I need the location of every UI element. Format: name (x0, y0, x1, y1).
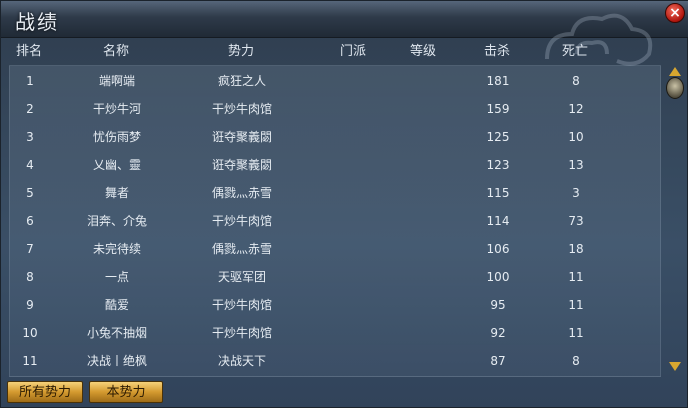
row-force: 诳夺聚義閟 (211, 130, 272, 144)
row-force: 诳夺聚義閟 (211, 158, 272, 172)
row-name: 舞者 (104, 186, 129, 200)
row-kills: 114 (486, 214, 510, 228)
scroll-up-arrow-icon[interactable] (669, 67, 681, 76)
row-force: 干炒牛肉馆 (211, 214, 272, 228)
row-kills: 123 (486, 158, 510, 172)
table-row[interactable]: 5 舞者 偊戮灬赤雪 115 3 (10, 180, 660, 206)
row-name: 乂幽、靈 (92, 158, 141, 172)
row-deaths: 13 (568, 158, 584, 172)
row-deaths: 11 (568, 298, 584, 312)
row-kills: 115 (486, 186, 510, 200)
row-force: 干炒牛肉馆 (211, 326, 272, 340)
row-force: 干炒牛肉馆 (211, 102, 272, 116)
row-name: 酷爱 (104, 298, 129, 312)
ranking-list: 1 端啊端 疯狂之人 181 8 2 干炒牛河 干炒牛肉馆 159 12 3 忧伤雨梦 诳夺聚義閟 125… (9, 65, 661, 377)
row-deaths: 11 (568, 270, 584, 284)
row-force: 偊戮灬赤雪 (211, 242, 272, 256)
row-force: 干炒牛肉馆 (211, 298, 272, 312)
scroll-down-arrow-icon[interactable] (669, 362, 681, 371)
row-kills: 92 (490, 326, 506, 340)
header-sect[interactable]: 门派 (313, 40, 393, 59)
scroll-thumb-skull-icon[interactable] (666, 77, 684, 99)
scrollbar[interactable] (665, 65, 685, 375)
window-title: 战绩 (15, 10, 59, 34)
table-row[interactable]: 11 决战丨绝枫 决战天下 87 8 (10, 348, 660, 374)
row-kills: 106 (486, 242, 510, 256)
row-kills: 125 (486, 130, 510, 144)
row-kills: 87 (490, 354, 506, 368)
row-deaths: 3 (572, 186, 580, 200)
row-deaths: 73 (568, 214, 584, 228)
row-rank: 11 (22, 354, 38, 368)
row-kills: 181 (486, 74, 510, 88)
row-deaths: 11 (568, 326, 584, 340)
header-force[interactable]: 势力 (181, 40, 301, 59)
row-name: 干炒牛河 (92, 102, 141, 116)
row-deaths: 12 (568, 102, 584, 116)
row-rank: 9 (26, 298, 34, 312)
row-name: 未完待续 (92, 242, 141, 256)
table-row[interactable]: 9 酷爱 干炒牛肉馆 95 11 (10, 292, 660, 318)
header-kills[interactable]: 击杀 (457, 40, 537, 59)
scoreboard-window: 战绩 × 排名 名称 势力 门派 等级 击杀 死亡 1 端啊端 疯狂之人 181 8 2 干… (0, 0, 688, 408)
own-force-button[interactable]: 本势力 (89, 381, 163, 403)
row-rank: 6 (26, 214, 34, 228)
header-rank[interactable]: 排名 (3, 40, 55, 59)
row-rank: 1 (26, 74, 34, 88)
table-row[interactable]: 10 小兔不抽烟 干炒牛肉馆 92 11 (10, 320, 660, 346)
table-row[interactable]: 7 未完待续 偊戮灬赤雪 106 18 (10, 236, 660, 262)
row-rank: 4 (26, 158, 34, 172)
table-row[interactable]: 2 干炒牛河 干炒牛肉馆 159 12 (10, 96, 660, 122)
row-deaths: 10 (568, 130, 584, 144)
row-deaths: 8 (572, 74, 580, 88)
row-rank: 8 (26, 270, 34, 284)
row-name: 决战丨绝枫 (86, 354, 147, 368)
row-name: 忧伤雨梦 (92, 130, 141, 144)
row-kills: 100 (486, 270, 510, 284)
row-force: 天驱军团 (217, 270, 266, 284)
row-rank: 10 (22, 326, 38, 340)
row-name: 泪奔、介兔 (86, 214, 147, 228)
row-deaths: 18 (568, 242, 584, 256)
row-force: 偊戮灬赤雪 (211, 186, 272, 200)
table-row[interactable]: 3 忧伤雨梦 诳夺聚義閟 125 10 (10, 124, 660, 150)
header-name[interactable]: 名称 (61, 40, 171, 59)
close-button[interactable]: × (665, 3, 685, 23)
table-row[interactable]: 6 泪奔、介兔 干炒牛肉馆 114 73 (10, 208, 660, 234)
row-kills: 95 (490, 298, 506, 312)
row-force: 疯狂之人 (217, 74, 266, 88)
table-row[interactable]: 4 乂幽、靈 诳夺聚義閟 123 13 (10, 152, 660, 178)
row-name: 端啊端 (98, 74, 135, 88)
row-kills: 159 (486, 102, 510, 116)
row-name: 一点 (104, 270, 129, 284)
row-name: 小兔不抽烟 (86, 326, 147, 340)
all-forces-button[interactable]: 所有势力 (7, 381, 83, 403)
row-deaths: 8 (572, 354, 580, 368)
table-header: 排名 名称 势力 门派 等级 击杀 死亡 (1, 37, 661, 61)
row-rank: 7 (26, 242, 34, 256)
header-level[interactable]: 等级 (383, 40, 463, 59)
table-row[interactable]: 8 一点 天驱军团 100 11 (10, 264, 660, 290)
row-rank: 2 (26, 102, 34, 116)
row-rank: 5 (26, 186, 34, 200)
table-row[interactable]: 1 端啊端 疯狂之人 181 8 (10, 68, 660, 94)
header-deaths[interactable]: 死亡 (535, 40, 615, 59)
row-rank: 3 (26, 130, 34, 144)
row-force: 决战天下 (217, 354, 266, 368)
